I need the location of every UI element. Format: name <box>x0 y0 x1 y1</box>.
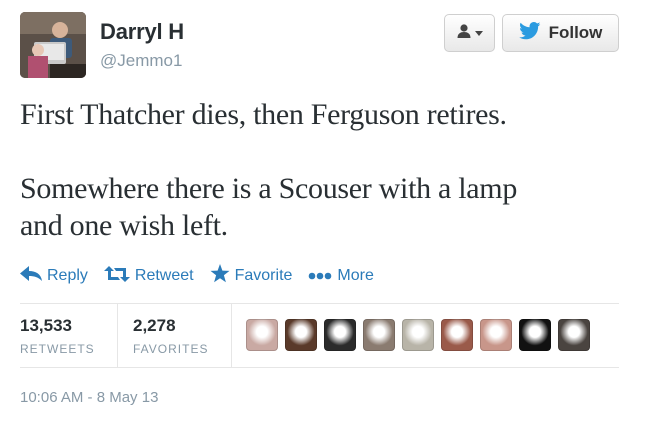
star-icon <box>210 264 230 288</box>
retweet-icon <box>103 265 130 287</box>
ellipsis-icon <box>308 267 332 285</box>
profile-avatar[interactable] <box>20 12 86 78</box>
retweet-button[interactable]: Retweet <box>103 265 194 287</box>
retweets-stat[interactable]: 13,533 RETWEETS <box>20 316 95 356</box>
favorites-count: 2,278 <box>133 316 176 335</box>
reply-label: Reply <box>47 267 88 284</box>
favoriter-avatar[interactable] <box>246 319 278 351</box>
follow-button[interactable]: Follow <box>502 14 619 52</box>
retweets-count: 13,533 <box>20 316 72 335</box>
stats-divider-bottom <box>20 367 619 368</box>
more-label: More <box>337 267 374 284</box>
tweet-text: First Thatcher dies, then Ferguson retir… <box>20 96 620 244</box>
user-handle[interactable]: @Jemmo1 <box>100 51 182 71</box>
retweets-label: RETWEETS <box>20 342 95 356</box>
favorite-button[interactable]: Favorite <box>210 264 293 288</box>
user-actions-dropdown[interactable] <box>444 14 495 52</box>
reply-button[interactable]: Reply <box>20 265 88 287</box>
favorites-stat[interactable]: 2,278 FAVORITES <box>133 316 208 356</box>
favoriter-avatar[interactable] <box>402 319 434 351</box>
tweet-line: First Thatcher dies, then Ferguson retir… <box>20 98 507 131</box>
reply-icon <box>20 265 42 287</box>
favoriter-avatar[interactable] <box>285 319 317 351</box>
favoriter-avatar[interactable] <box>363 319 395 351</box>
caret-down-icon <box>475 24 483 42</box>
twitter-bird-icon <box>518 21 541 45</box>
favoriter-avatar[interactable] <box>519 319 551 351</box>
tweet-line: and one wish left. <box>20 209 228 242</box>
favorite-label: Favorite <box>234 267 293 284</box>
tweet-actions: Reply Retweet Favorite More <box>20 263 390 289</box>
favoriter-avatar[interactable] <box>480 319 512 351</box>
favoriter-avatar[interactable] <box>558 319 590 351</box>
stats-divider-top <box>20 303 619 304</box>
tweet-timestamp[interactable]: 10:06 AM - 8 May 13 <box>20 389 158 406</box>
user-name[interactable]: Darryl H <box>100 19 184 45</box>
follow-label: Follow <box>548 23 603 42</box>
favoriter-avatar[interactable] <box>441 319 473 351</box>
stats-separator <box>117 304 118 367</box>
favoriters-avatars <box>246 319 590 351</box>
favorites-label: FAVORITES <box>133 342 209 356</box>
stats-separator <box>231 304 232 367</box>
more-button[interactable]: More <box>308 267 374 285</box>
retweet-label: Retweet <box>134 267 194 284</box>
tweet-line: Somewhere there is a Scouser with a lamp <box>20 172 518 205</box>
favoriter-avatar[interactable] <box>324 319 356 351</box>
user-icon <box>456 23 472 44</box>
